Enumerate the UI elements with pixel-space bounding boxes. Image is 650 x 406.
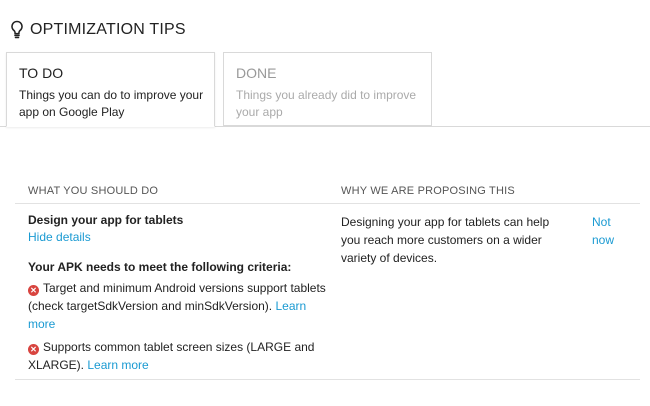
tab-to-do[interactable]: TO DO Things you can do to improve your … xyxy=(6,52,215,127)
learn-more-link[interactable]: Learn more xyxy=(87,358,148,372)
tab-done-description: Things you already did to improve your a… xyxy=(236,88,417,119)
header-divider xyxy=(15,203,640,204)
hide-details-link[interactable]: Hide details xyxy=(28,230,91,244)
tab-done[interactable]: DONE Things you already did to improve y… xyxy=(223,52,432,126)
page-header: OPTIMIZATION TIPS xyxy=(10,18,186,42)
page-title: OPTIMIZATION TIPS xyxy=(30,21,186,38)
criteria-heading: Your APK needs to meet the following cri… xyxy=(28,260,292,274)
error-icon: ✕ xyxy=(28,285,39,296)
criterion-text: Supports common tablet screen sizes (LAR… xyxy=(28,340,315,372)
error-icon: ✕ xyxy=(28,344,39,355)
tab-to-do-description: Things you can do to improve your app on… xyxy=(19,88,204,119)
not-now-link[interactable]: Not now xyxy=(592,213,632,249)
tip-title: Design your app for tablets xyxy=(28,213,184,227)
row-divider xyxy=(15,379,640,380)
tab-to-do-label: TO DO xyxy=(19,65,64,81)
reason-text: Designing your app for tablets can help … xyxy=(341,215,550,265)
criterion-item: ✕ Target and minimum Android versions sup… xyxy=(28,279,328,333)
column-header-what: WHAT YOU SHOULD DO xyxy=(28,185,159,197)
lightbulb-icon xyxy=(11,20,23,39)
criterion-item: ✕ Supports common tablet screen sizes (LA… xyxy=(28,338,328,374)
tab-done-label: DONE xyxy=(236,65,277,81)
column-header-why: WHY WE ARE PROPOSING THIS xyxy=(341,185,515,197)
